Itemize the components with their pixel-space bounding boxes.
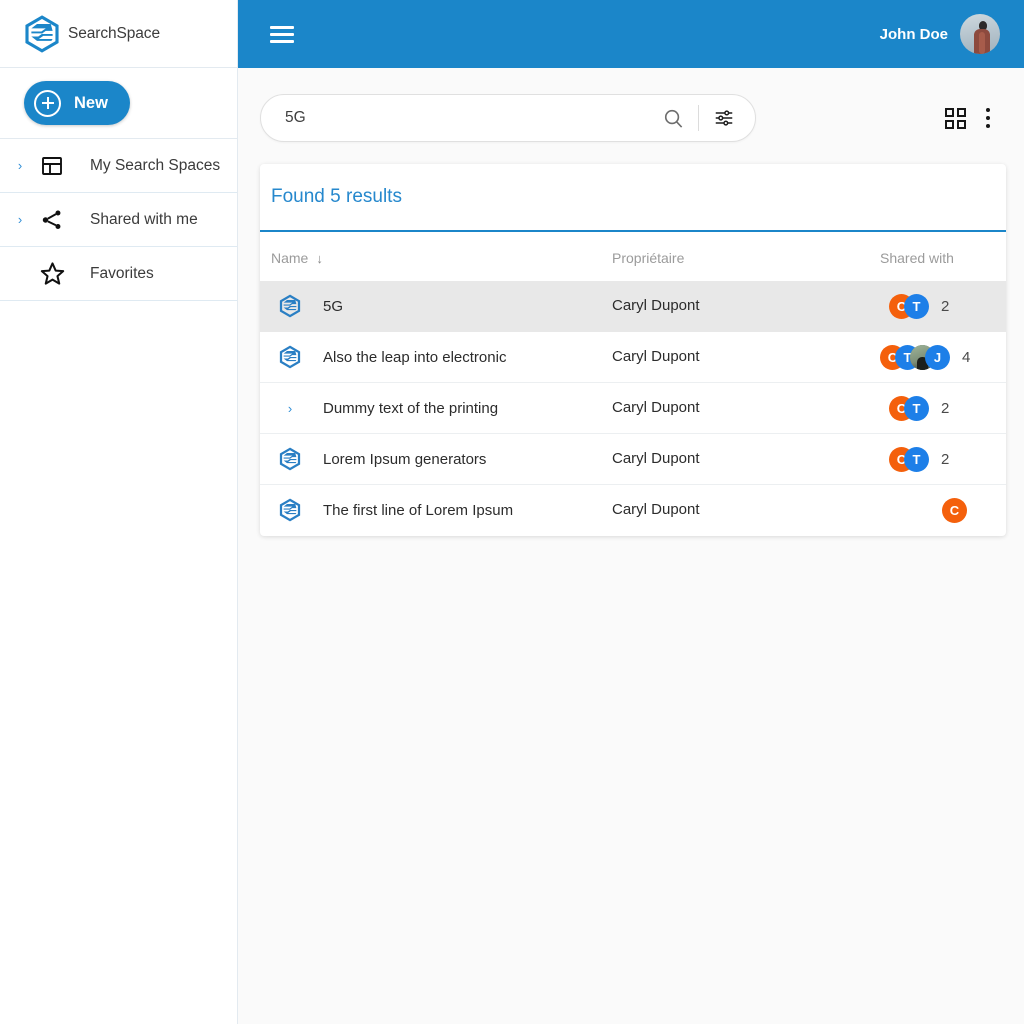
results-card: Found 5 results Name ↓ Propriétaire Share… [260, 164, 1006, 536]
search-icon[interactable] [656, 101, 690, 135]
sidebar-item-label: Shared with me [90, 210, 198, 228]
avatar[interactable]: C [942, 497, 967, 523]
search-box[interactable] [260, 94, 756, 142]
cell-shared: CT 2 [880, 433, 1006, 485]
row-title: Dummy text of the printing [323, 399, 499, 417]
chevron-right-icon[interactable]: › [8, 158, 32, 173]
shared-count: 2 [941, 297, 950, 315]
user-name: John Doe [879, 25, 948, 43]
column-header-name[interactable]: Name ↓ [260, 232, 612, 281]
shared-count: 4 [962, 348, 971, 366]
brand-name: SearchSpace [68, 24, 160, 42]
table-row[interactable]: › Dummy text of the printing Caryl Dupont… [260, 382, 1006, 434]
cell-shared: C [880, 484, 1006, 536]
avatar[interactable] [960, 14, 1000, 54]
cell-name: Lorem Ipsum generators [260, 433, 612, 485]
sidebar-item-my-search-spaces[interactable]: › My Search Spaces [0, 139, 237, 193]
searchspace-item-icon [279, 498, 301, 522]
chevron-right-icon[interactable]: › [271, 401, 309, 416]
cell-shared: CT 2 [880, 280, 1006, 332]
searchspace-item-icon [271, 345, 309, 369]
cell-owner: Caryl Dupont [612, 382, 880, 434]
brand-header[interactable]: SearchSpace [0, 0, 237, 68]
topbar: John Doe [238, 0, 1024, 68]
share-nodes-icon [32, 207, 72, 233]
avatar[interactable]: T [904, 293, 929, 319]
new-button[interactable]: New [24, 81, 130, 125]
search-input[interactable] [285, 109, 656, 127]
sidebar: SearchSpace New › My Search Spaces › Sha… [0, 0, 238, 1024]
owner-name: Caryl Dupont [612, 501, 700, 519]
sort-arrow-icon[interactable]: ↓ [308, 251, 323, 266]
cell-owner: Caryl Dupont [612, 484, 880, 536]
column-header-shared[interactable]: Shared with [880, 232, 1006, 281]
cell-shared: CT 2 [880, 382, 1006, 434]
row-title: 5G [323, 297, 344, 315]
shared-count: 2 [941, 450, 950, 468]
cell-shared: CTJ 4 [880, 332, 1006, 383]
avatar-stack: C [942, 497, 967, 523]
row-title: Also the leap into electronic [323, 348, 507, 366]
hamburger-menu-icon[interactable] [270, 22, 294, 47]
avatar-stack: CT [889, 395, 929, 421]
results-header: Found 5 results [260, 164, 1006, 232]
grid-view-icon[interactable] [945, 107, 966, 129]
owner-name: Caryl Dupont [612, 348, 700, 365]
results-table: Name ↓ Propriétaire Shared with 5G Caryl … [260, 232, 1006, 536]
shared-count: 2 [941, 399, 950, 417]
chevron-right-icon[interactable]: › [8, 212, 32, 227]
new-button-label: New [74, 93, 108, 112]
cell-name: 5G [260, 280, 612, 332]
avatar-stack: CT [889, 293, 929, 319]
filter-sliders-icon[interactable] [707, 101, 741, 135]
main-content: John Doe 5G Found 5 results Name ↓ Propr… [238, 0, 1024, 1024]
searchspace-item-icon [279, 447, 301, 471]
table-row[interactable]: Lorem Ipsum generators Caryl Dupont CT 2 [260, 433, 1006, 485]
sidebar-item-label: Favorites [90, 264, 154, 282]
results-table-body: 5G Caryl Dupont CT 2 Also the leap into … [260, 280, 1006, 536]
sidebar-item-favorites[interactable]: Favorites [0, 247, 237, 301]
searchspace-logo-icon [25, 14, 59, 53]
searchspace-item-icon [279, 345, 301, 369]
owner-name: Caryl Dupont [612, 297, 700, 314]
avatar[interactable]: T [904, 395, 929, 421]
avatar[interactable]: J [925, 344, 950, 370]
row-title: The first line of Lorem Ipsum [323, 501, 514, 519]
app-root: SearchSpace New › My Search Spaces › Sha… [0, 0, 1024, 1024]
owner-name: Caryl Dupont [612, 399, 700, 416]
searchspace-item-icon [271, 294, 309, 318]
table-row[interactable]: 5G Caryl Dupont CT 2 [260, 280, 1006, 332]
table-row[interactable]: Also the leap into electronic Caryl Dupo… [260, 332, 1006, 383]
owner-name: Caryl Dupont [612, 450, 700, 467]
more-vertical-icon[interactable] [980, 106, 996, 130]
search-toolbar [238, 68, 1024, 142]
avatar-stack: CT [889, 446, 929, 472]
column-label-name: Name [271, 250, 309, 266]
divider [698, 105, 699, 131]
cell-owner: Caryl Dupont [612, 332, 880, 383]
cell-owner: Caryl Dupont [612, 280, 880, 332]
avatar-stack: CTJ [880, 344, 950, 370]
plus-circle-icon [34, 89, 61, 117]
cell-owner: Caryl Dupont [612, 433, 880, 485]
layout-panel-icon [32, 154, 72, 178]
sidebar-item-label: My Search Spaces [90, 156, 221, 174]
star-outline-icon [32, 260, 72, 287]
cell-name: The first line of Lorem Ipsum [260, 484, 612, 536]
row-title: Lorem Ipsum generators [323, 450, 487, 468]
user-menu[interactable]: John Doe [880, 14, 1000, 54]
table-header-row: Name ↓ Propriétaire Shared with [260, 232, 1006, 281]
table-row[interactable]: The first line of Lorem Ipsum Caryl Dupo… [260, 484, 1006, 536]
new-button-wrap: New [0, 68, 237, 139]
results-heading: Found 5 results [271, 186, 402, 207]
view-tools [945, 106, 1000, 130]
cell-name: Also the leap into electronic [260, 332, 612, 383]
searchspace-item-icon [279, 294, 301, 318]
cell-name: › Dummy text of the printing [260, 382, 612, 434]
searchspace-item-icon [271, 447, 309, 471]
sidebar-item-shared-with-me[interactable]: › Shared with me [0, 193, 237, 247]
avatar[interactable]: T [904, 446, 929, 472]
column-header-owner[interactable]: Propriétaire [612, 232, 880, 281]
searchspace-item-icon [271, 498, 309, 522]
